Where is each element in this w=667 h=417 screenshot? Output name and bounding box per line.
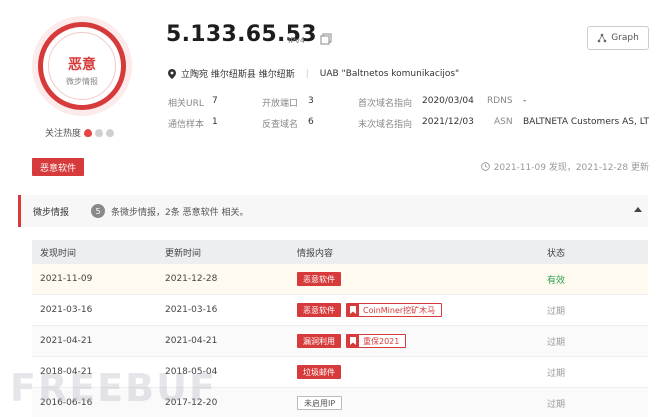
stat-samples: 通信样本 1 (168, 117, 218, 130)
verdict-source: 微步情报 (66, 77, 98, 86)
graph-icon (597, 33, 607, 43)
bookmark-icon (347, 334, 359, 348)
stat-related-url: 相关URL 7 (168, 96, 218, 109)
status: 有效 (547, 275, 566, 286)
intel-tag[interactable]: 未启用IP (297, 396, 343, 410)
location-pin-icon (168, 68, 176, 79)
status: 过期 (547, 399, 566, 410)
discovery-time: 2021-11-09 发现，2021-12-28 更新 (480, 160, 649, 173)
flame-icon (84, 128, 93, 137)
intel-section-header[interactable]: 微步情报 5 条微步情报，2条 恶意软件 相关。 (18, 195, 648, 227)
table-row: 2021-03-16 2021-03-16 恶意软件 CoinMiner挖矿木马… (32, 295, 648, 326)
status: 过期 (547, 368, 566, 379)
intel-tag[interactable]: 垃圾邮件 (297, 365, 341, 379)
watermark-logo: FREEBUF (10, 366, 217, 410)
ip-version: IPv4 (288, 36, 306, 45)
location-org: UAB "Baltnetos komunikacijos" (319, 68, 460, 79)
table-row: 2021-11-09 2021-12-28 恶意软件 有效 (32, 264, 648, 295)
stat-first-domain: 首次域名指向 2020/03/04 (358, 96, 474, 109)
stat-reverse-domains: 反查域名 6 (262, 117, 314, 130)
stat-asn: ASN BALTNETA Customers AS, LT (494, 117, 649, 127)
malware-tag[interactable]: 恶意软件 (32, 158, 85, 176)
clock-icon (480, 162, 490, 171)
intel-tag[interactable]: 恶意软件 (297, 272, 341, 286)
table-header: 发现时间 更新时间 情报内容 状态 (32, 240, 648, 264)
stat-last-domain: 末次域名指向 2021/12/03 (358, 117, 474, 130)
status: 过期 (547, 337, 566, 348)
copy-icon[interactable] (320, 33, 332, 45)
stat-rdns: RDNS - (487, 96, 527, 106)
status: 过期 (547, 306, 566, 317)
stat-open-ports: 开放端口 3 (262, 96, 314, 109)
flame-icon (106, 128, 115, 137)
campaign-tag[interactable]: 重保2021 (346, 334, 407, 348)
table-row: 2021-04-21 2021-04-21 漏洞利用 重保2021 过期 (32, 326, 648, 357)
family-tag[interactable]: CoinMiner挖矿木马 (346, 303, 443, 317)
heat-indicator: 关注热度 (45, 126, 115, 139)
bookmark-icon (347, 303, 359, 317)
location-place: 立陶宛 维尔纽斯县 维尔纽斯 (181, 70, 295, 80)
graph-button[interactable]: Graph (587, 26, 649, 50)
verdict-label: 恶意 (68, 57, 96, 73)
graph-label: Graph (611, 33, 639, 43)
flame-icon (95, 128, 104, 137)
section-title: 微步情报 (33, 208, 70, 218)
location-line: 立陶宛 维尔纽斯县 维尔纽斯 | UAB "Baltnetos komunika… (168, 67, 459, 80)
section-description: 条微步情报，2条 恶意软件 相关。 (111, 208, 249, 218)
intel-tag[interactable]: 漏洞利用 (297, 334, 341, 348)
collapse-caret-icon[interactable] (634, 207, 642, 212)
verdict-circle: 恶意 微步情报 (32, 16, 132, 116)
heat-label: 关注热度 (45, 129, 82, 139)
intel-tag[interactable]: 恶意软件 (297, 303, 341, 317)
intel-count-badge: 5 (91, 204, 105, 218)
